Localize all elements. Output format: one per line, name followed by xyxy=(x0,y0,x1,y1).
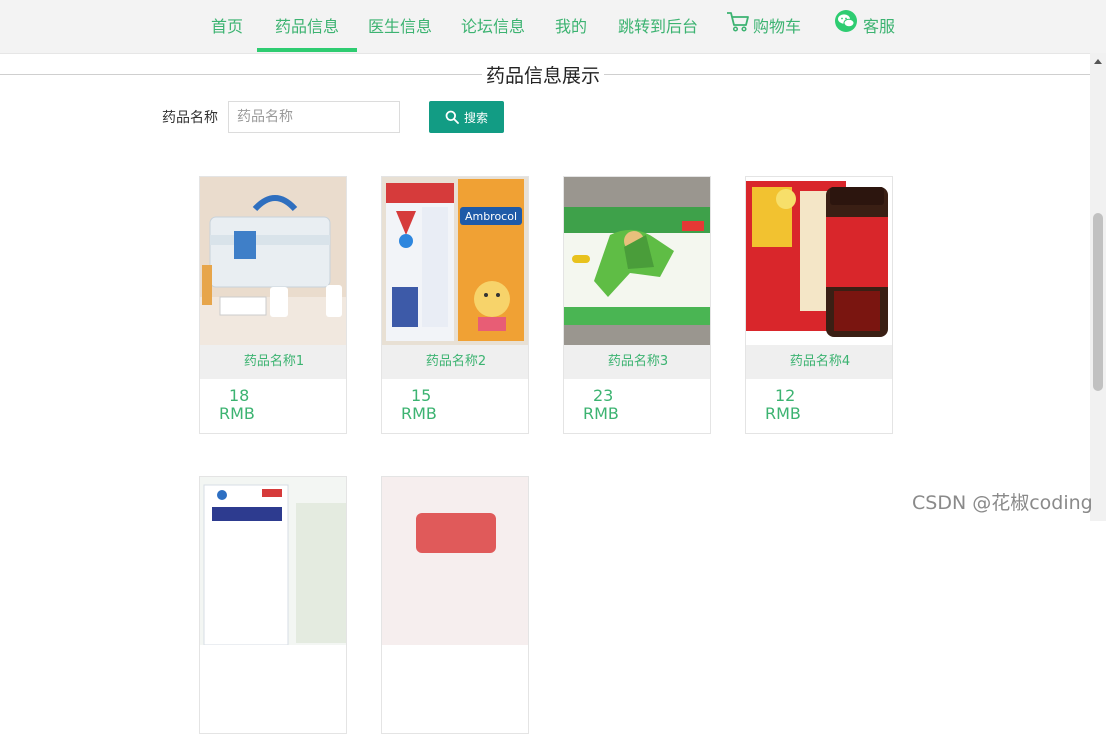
product-name[interactable]: 药品名称2 xyxy=(382,345,528,379)
nav-customer-service[interactable]: 客服 xyxy=(834,0,895,53)
product-card[interactable]: 药品名称4 12 RMB xyxy=(745,176,893,434)
search-icon xyxy=(445,110,459,124)
section-title: 药品信息展示 xyxy=(482,62,605,90)
product-image[interactable] xyxy=(564,177,710,345)
price-value: 18 xyxy=(229,386,250,405)
page-scrollbar[interactable] xyxy=(1090,53,1106,521)
product-image[interactable] xyxy=(200,477,346,645)
wechat-icon xyxy=(834,1,860,54)
top-navigation: 首页 药品信息 医生信息 论坛信息 我的 跳转到后台 购物车 客服 xyxy=(0,0,1106,54)
product-price: 15 RMB xyxy=(401,387,437,423)
product-price: 12 RMB xyxy=(765,387,801,423)
nav-customer-service-label: 客服 xyxy=(863,17,896,36)
search-button-label: 搜索 xyxy=(463,110,488,125)
nav-cart-label: 购物车 xyxy=(753,17,802,36)
cart-icon xyxy=(726,1,750,54)
price-value: 12 xyxy=(775,386,796,405)
product-name[interactable]: 药品名称3 xyxy=(564,345,710,379)
product-name[interactable]: 药品名称1 xyxy=(200,345,346,379)
nav-forum-info[interactable]: 论坛信息 xyxy=(461,0,525,53)
product-image[interactable] xyxy=(382,477,528,645)
product-image[interactable] xyxy=(200,177,346,345)
product-card[interactable]: 药品名称3 23 RMB xyxy=(563,176,711,434)
product-image[interactable]: Ambrocol xyxy=(382,177,528,345)
product-card[interactable] xyxy=(199,476,347,734)
svg-text:Ambrocol: Ambrocol xyxy=(465,210,517,223)
nav-cart[interactable]: 购物车 xyxy=(726,0,801,53)
product-card[interactable]: 药品名称1 18 RMB xyxy=(199,176,347,434)
nav-doctor-info[interactable]: 医生信息 xyxy=(368,0,432,53)
price-currency: RMB xyxy=(765,404,801,423)
search-input[interactable] xyxy=(228,101,400,133)
scrollbar-thumb[interactable] xyxy=(1093,213,1103,391)
price-currency: RMB xyxy=(219,404,255,423)
product-image[interactable] xyxy=(746,177,892,345)
watermark: CSDN @花椒coding xyxy=(912,492,1093,514)
scroll-up-icon[interactable] xyxy=(1094,59,1102,64)
price-value: 15 xyxy=(411,386,432,405)
nav-mine[interactable]: 我的 xyxy=(555,0,587,53)
nav-medicine-info[interactable]: 药品信息 xyxy=(256,0,358,53)
product-card[interactable] xyxy=(381,476,529,734)
product-price: 18 RMB xyxy=(219,387,255,423)
product-price: 23 RMB xyxy=(583,387,619,423)
nav-home[interactable]: 首页 xyxy=(211,0,243,53)
search-button[interactable]: 搜索 xyxy=(429,101,504,133)
product-name[interactable]: 药品名称4 xyxy=(746,345,892,379)
search-label: 药品名称 xyxy=(162,110,218,126)
product-card[interactable]: Ambrocol 药品名称2 15 RMB xyxy=(381,176,529,434)
price-currency: RMB xyxy=(583,404,619,423)
price-currency: RMB xyxy=(401,404,437,423)
nav-admin[interactable]: 跳转到后台 xyxy=(618,0,698,53)
price-value: 23 xyxy=(593,386,614,405)
